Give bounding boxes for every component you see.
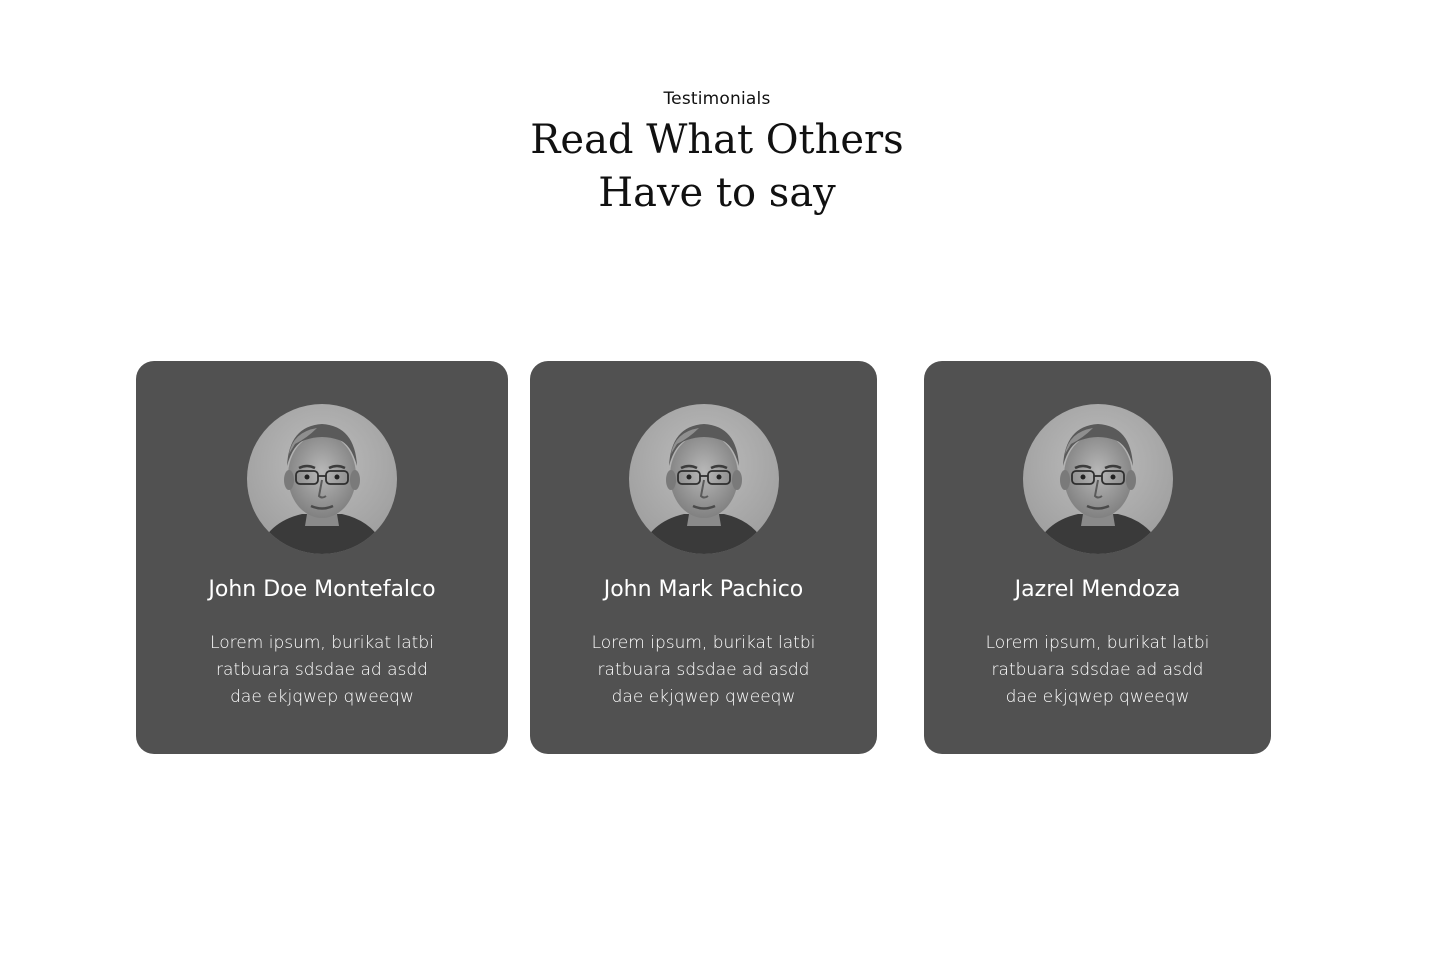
testimonial-name: John Mark Pachico <box>603 577 804 602</box>
testimonial-quote: Lorem ipsum, burikat latbi ratbuara sdsd… <box>196 630 448 711</box>
testimonial-quote: Lorem ipsum, burikat latbi ratbuara sdsd… <box>590 630 817 711</box>
quote-line: Lorem ipsum, burikat latbi <box>210 633 434 653</box>
quote-line: ratbuara sdsdae ad asdd <box>216 660 428 680</box>
testimonial-name: Jazrel Mendoza <box>1014 577 1181 602</box>
section-title-line-1: Read What Others <box>530 117 904 163</box>
section-title: Read What Others Have to say <box>0 114 1434 220</box>
testimonial-quote: Lorem ipsum, burikat latbi ratbuara sdsd… <box>984 630 1211 711</box>
section-title-line-2: Have to say <box>598 170 836 216</box>
quote-line: ratbuara sdsdae ad asdd <box>597 660 810 680</box>
quote-line: ratbuara sdsdae ad asdd <box>991 660 1204 680</box>
quote-line: dae ekjqwep qweeqw <box>230 687 414 707</box>
testimonials-eyebrow: Testimonials <box>663 89 771 109</box>
quote-line: dae ekjqwep qweeqw <box>1005 687 1190 707</box>
quote-line: Lorem ipsum, burikat latbi <box>985 633 1210 653</box>
testimonial-card: John Doe Montefalco Lorem ipsum, burikat… <box>136 361 508 754</box>
person-portrait-icon <box>247 404 397 554</box>
quote-line: dae ekjqwep qweeqw <box>611 687 796 707</box>
quote-line: Lorem ipsum, burikat latbi <box>591 633 816 653</box>
person-portrait-icon <box>628 404 779 554</box>
person-portrait-icon <box>1022 404 1173 554</box>
testimonial-card: Jazrel Mendoza Lorem ipsum, burikat latb… <box>924 361 1271 754</box>
testimonial-name: John Doe Montefalco <box>208 577 436 602</box>
testimonial-card: John Mark Pachico Lorem ipsum, burikat l… <box>530 361 877 754</box>
avatar <box>628 404 779 554</box>
avatar <box>247 404 397 554</box>
avatar <box>1022 404 1173 554</box>
